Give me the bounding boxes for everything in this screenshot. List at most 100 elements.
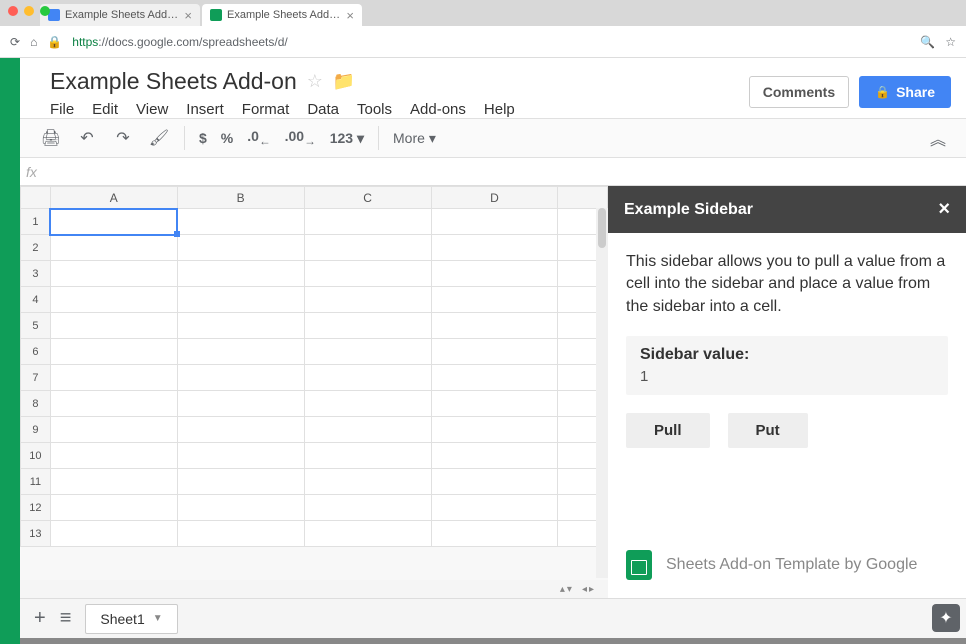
row-header[interactable]: 10 [21,443,51,469]
select-all-corner[interactable] [21,187,51,209]
all-sheets-icon[interactable]: ≡ [60,607,72,630]
sheet-tab-dropdown-icon[interactable]: ▼ [153,613,163,624]
cell[interactable] [431,521,558,547]
cell[interactable] [50,443,177,469]
cell[interactable] [304,235,431,261]
menu-data[interactable]: Data [307,101,339,118]
cell[interactable] [431,391,558,417]
scroll-up-icon[interactable]: ▴ [560,584,565,595]
cell[interactable] [304,443,431,469]
row-header[interactable]: 8 [21,391,51,417]
col-header-d[interactable]: D [431,187,558,209]
cell[interactable] [431,287,558,313]
row-header[interactable]: 12 [21,495,51,521]
cell[interactable] [304,365,431,391]
row-header[interactable]: 5 [21,313,51,339]
cell[interactable] [431,209,558,235]
folder-icon[interactable]: 📁 [333,71,355,92]
cell[interactable] [431,443,558,469]
col-header-b[interactable]: B [177,187,304,209]
menu-insert[interactable]: Insert [186,101,224,118]
scroll-down-icon[interactable]: ▾ [567,584,572,595]
undo-icon[interactable]: ↶ [76,127,98,149]
cell[interactable] [304,391,431,417]
cell[interactable] [304,417,431,443]
cell[interactable] [431,495,558,521]
row-header[interactable]: 11 [21,469,51,495]
spreadsheet-grid[interactable]: A B C D 1 2 3 4 5 6 7 8 9 10 1 [20,186,608,598]
cell[interactable] [304,469,431,495]
increase-decimal-button[interactable]: .00→ [285,128,316,148]
star-icon[interactable]: ☆ [307,71,323,92]
menu-view[interactable]: View [136,101,168,118]
cell[interactable] [304,287,431,313]
menu-tools[interactable]: Tools [357,101,392,118]
scrollbar-thumb[interactable] [598,208,606,248]
cell[interactable] [177,365,304,391]
scroll-right-icon[interactable]: ▸ [589,584,594,595]
redo-icon[interactable]: ↷ [112,127,134,149]
minimize-window-icon[interactable] [24,6,34,16]
pull-button[interactable]: Pull [626,413,710,448]
row-header[interactable]: 1 [21,209,51,235]
cell[interactable] [304,495,431,521]
cell[interactable] [177,313,304,339]
cell[interactable] [177,209,304,235]
cell[interactable] [50,287,177,313]
menu-addons[interactable]: Add-ons [410,101,466,118]
cell[interactable] [431,339,558,365]
cell[interactable] [50,313,177,339]
tab-close-icon[interactable]: × [346,8,354,23]
cell[interactable] [50,235,177,261]
percent-format-button[interactable]: % [221,130,233,146]
menu-file[interactable]: File [50,101,74,118]
formula-input[interactable] [48,158,966,185]
row-header[interactable]: 13 [21,521,51,547]
col-header-a[interactable]: A [50,187,177,209]
share-button[interactable]: 🔒 Share [859,76,951,108]
url-display[interactable]: https://docs.google.com/spreadsheets/d/ [72,35,910,49]
cell[interactable] [177,417,304,443]
cell[interactable] [177,339,304,365]
col-header-e[interactable] [558,187,608,209]
cell[interactable] [304,521,431,547]
sidebar-close-icon[interactable]: × [938,198,950,221]
cell[interactable] [431,365,558,391]
close-window-icon[interactable] [8,6,18,16]
maximize-window-icon[interactable] [40,6,50,16]
cell[interactable] [50,365,177,391]
cell[interactable] [177,521,304,547]
bookmark-star-icon[interactable]: ☆ [945,35,956,49]
sheet-tab-1[interactable]: Sheet1 ▼ [85,604,177,634]
menu-help[interactable]: Help [484,101,515,118]
row-header[interactable]: 3 [21,261,51,287]
scroll-left-icon[interactable]: ◂ [582,584,587,595]
print-icon[interactable]: 🖨 [40,127,62,149]
cell[interactable] [50,391,177,417]
collapse-toolbar-icon[interactable]: ︽ [930,126,946,150]
row-header[interactable]: 6 [21,339,51,365]
cell[interactable] [304,313,431,339]
more-toolbar-button[interactable]: More ▾ [393,130,436,147]
doc-title[interactable]: Example Sheets Add-on [50,68,297,95]
col-header-c[interactable]: C [304,187,431,209]
cell[interactable] [50,469,177,495]
cell[interactable] [304,339,431,365]
number-format-dropdown[interactable]: 123 ▾ [330,130,364,147]
cell[interactable] [50,521,177,547]
put-button[interactable]: Put [728,413,808,448]
cell[interactable] [431,235,558,261]
secure-lock-icon[interactable]: 🔒 [47,35,62,49]
cell[interactable] [431,417,558,443]
cell-a1[interactable] [50,209,177,235]
currency-format-button[interactable]: $ [199,130,207,146]
cell[interactable] [177,391,304,417]
vertical-scrollbar[interactable] [596,208,608,578]
decrease-decimal-button[interactable]: .0← [247,128,270,148]
cell[interactable] [50,261,177,287]
cell[interactable] [177,469,304,495]
paint-format-icon[interactable]: 🖌 [148,127,170,149]
row-header[interactable]: 7 [21,365,51,391]
zoom-icon[interactable]: 🔍 [920,35,935,49]
explore-button[interactable]: ✦ [932,604,960,632]
